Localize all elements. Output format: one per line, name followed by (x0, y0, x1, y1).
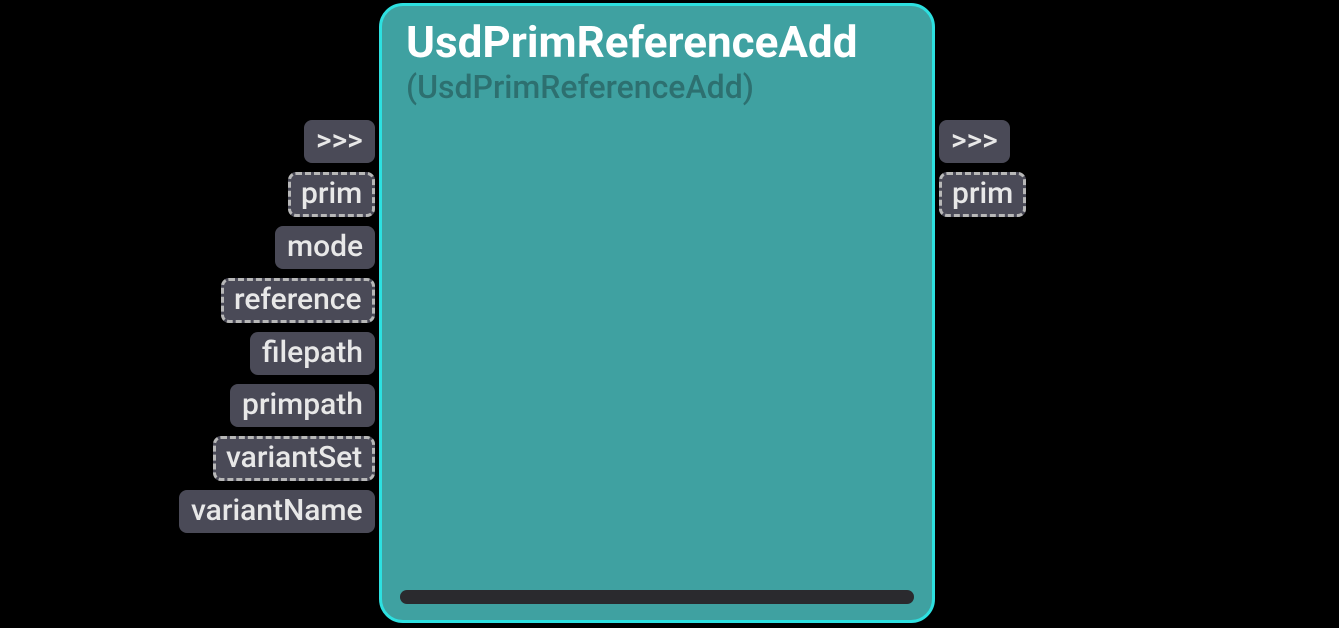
input-port-prim[interactable]: prim (288, 172, 375, 217)
output-port-exec[interactable]: >>> (939, 120, 1010, 163)
node-body[interactable]: UsdPrimReferenceAdd (UsdPrimReferenceAdd… (379, 3, 935, 623)
input-port-variantset[interactable]: variantSet (213, 436, 375, 481)
input-port-filepath[interactable]: filepath (250, 332, 375, 375)
node-bottom-bar (400, 590, 914, 604)
input-port-variantname[interactable]: variantName (179, 490, 375, 533)
output-port-prim[interactable]: prim (939, 172, 1026, 217)
input-port-mode[interactable]: mode (275, 226, 375, 269)
node-subtitle: (UsdPrimReferenceAdd) (406, 68, 908, 106)
input-port-primpath[interactable]: primpath (230, 384, 375, 427)
input-port-exec[interactable]: >>> (304, 120, 375, 163)
input-port-reference[interactable]: reference (221, 278, 375, 323)
node-title: UsdPrimReferenceAdd (406, 18, 908, 66)
